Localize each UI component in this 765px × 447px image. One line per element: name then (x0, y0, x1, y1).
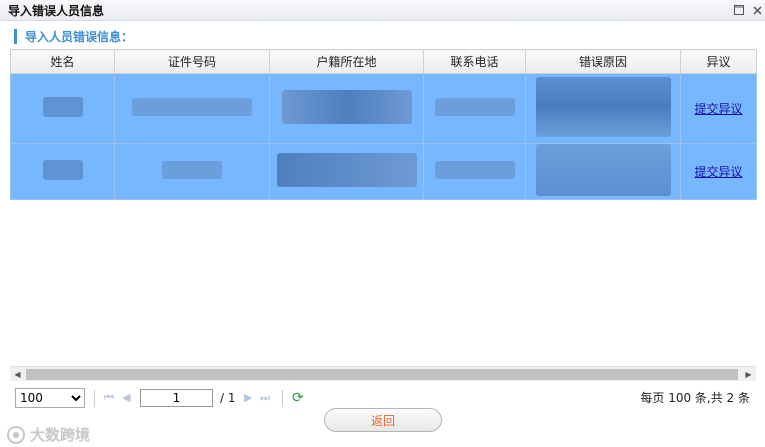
cell-objection: 提交异议 (680, 143, 757, 200)
page-number-input[interactable] (140, 389, 213, 407)
watermark-logo-icon (7, 425, 25, 444)
table-row[interactable]: 提交异议 (10, 73, 757, 144)
scrollbar-thumb[interactable] (26, 369, 738, 380)
column-header-id-number[interactable]: 证件号码 (114, 49, 270, 74)
prev-page-icon[interactable]: ◀ (122, 391, 130, 404)
cell-name (10, 73, 115, 144)
redacted-error-reason (535, 144, 671, 196)
cell-name (10, 143, 115, 200)
redacted-id-number (132, 98, 252, 116)
next-page-icon[interactable]: ▶ (244, 391, 252, 404)
cell-phone (423, 73, 526, 144)
return-button[interactable]: 返回 (324, 408, 442, 432)
redacted-error-reason (535, 77, 671, 137)
submit-objection-link[interactable]: 提交异议 (694, 165, 742, 179)
pagination-bar: 100 ⏮ ◀ / 1 ▶ ⏭ ⟳ 每页 100 条,共 2 条 (10, 386, 756, 410)
maximize-icon[interactable] (732, 3, 746, 17)
redacted-phone (434, 98, 515, 116)
title-bar: 导入错误人员信息 (0, 0, 765, 21)
section-title: 导入人员错误信息： (25, 29, 134, 44)
pager-divider (282, 390, 283, 407)
total-pages: / 1 (220, 391, 236, 405)
cell-domicile (269, 143, 424, 200)
watermark: 大数跨境 (6, 424, 90, 445)
redacted-name (42, 160, 83, 180)
last-page-icon[interactable]: ⏭ (260, 391, 270, 405)
dialog-window: 导入错误人员信息 导入人员错误信息： 姓名 证件号码 户籍所在地 联系电话 错误… (0, 0, 765, 447)
cell-phone (423, 143, 526, 200)
cell-objection: 提交异议 (680, 73, 757, 144)
column-header-domicile[interactable]: 户籍所在地 (269, 49, 424, 74)
pager-info: 每页 100 条,共 2 条 (640, 391, 750, 405)
refresh-icon[interactable]: ⟳ (292, 390, 304, 406)
horizontal-scrollbar[interactable]: ◀ ▶ (10, 366, 756, 381)
table-header-row: 姓名 证件号码 户籍所在地 联系电话 错误原因 异议 (10, 49, 757, 74)
window-title: 导入错误人员信息 (8, 4, 105, 18)
redacted-phone (434, 161, 515, 179)
submit-objection-link[interactable]: 提交异议 (694, 102, 742, 116)
cell-error-reason (525, 143, 681, 200)
cell-id-number (114, 143, 270, 200)
cell-id-number (114, 73, 270, 144)
scroll-right-icon[interactable]: ▶ (741, 367, 756, 382)
error-table: 姓名 证件号码 户籍所在地 联系电话 错误原因 异议 提交异议 提交异议 (10, 49, 757, 200)
scroll-left-icon[interactable]: ◀ (10, 367, 25, 382)
column-header-error-reason[interactable]: 错误原因 (525, 49, 681, 74)
column-header-name[interactable]: 姓名 (10, 49, 115, 74)
section-header: 导入人员错误信息： (14, 28, 133, 44)
redacted-name (42, 97, 83, 117)
first-page-icon[interactable]: ⏮ (104, 391, 114, 405)
column-header-objection[interactable]: 异议 (680, 49, 757, 74)
cell-domicile (269, 73, 424, 144)
redacted-domicile (276, 153, 417, 187)
pager-divider (94, 390, 95, 407)
cell-error-reason (525, 73, 681, 144)
page-size-select[interactable]: 100 (15, 388, 85, 408)
section-accent-bar (14, 28, 17, 44)
table-row[interactable]: 提交异议 (10, 143, 757, 200)
redacted-id-number (162, 161, 222, 179)
close-icon[interactable] (750, 3, 764, 17)
redacted-domicile (281, 90, 412, 124)
column-header-phone[interactable]: 联系电话 (423, 49, 526, 74)
watermark-text: 大数跨境 (30, 426, 91, 444)
